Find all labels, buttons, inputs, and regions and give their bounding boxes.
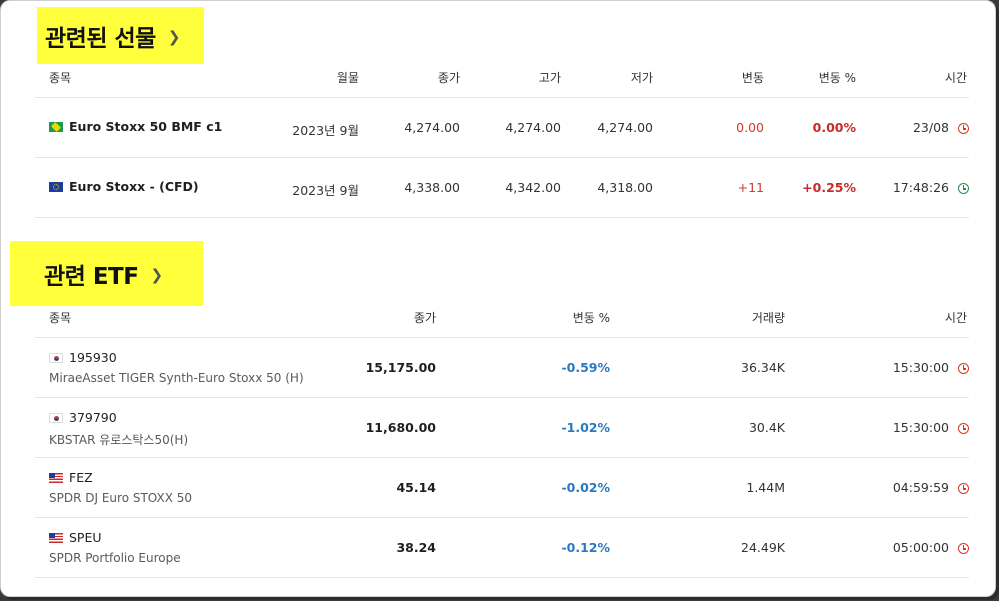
change-pct-cell: 0.00% (812, 120, 856, 135)
clock-icon (958, 123, 969, 134)
change-pct-cell: +0.25% (802, 180, 856, 195)
col-header-close[interactable]: 종가 (438, 69, 460, 86)
time-text: 05:00:00 (892, 540, 949, 555)
window-frame: 관련된 선물 ❯ 종목 월물 종가 고가 저가 변동 변동 % 시간 Euro … (0, 0, 996, 597)
futures-section-title[interactable]: 관련된 선물 ❯ (37, 7, 204, 64)
col-header-low[interactable]: 저가 (631, 69, 653, 86)
etf-symbol-cell[interactable]: SPEU (49, 530, 102, 545)
month-cell: 2023년 9월 (292, 183, 359, 198)
eu-flag-icon (49, 182, 63, 192)
etf-symbol-cell[interactable]: 195930 (49, 350, 117, 365)
table-row[interactable]: 195930 MiraeAsset TIGER Synth-Euro Stoxx… (35, 338, 969, 398)
time-text: 15:30:00 (892, 360, 949, 375)
table-row[interactable]: SPEU SPDR Portfolio Europe 38.24 -0.12% … (35, 518, 969, 578)
time-cell: 17:48:26 (893, 180, 969, 195)
time-cell: 15:30:00 (893, 360, 969, 375)
close-cell: 45.14 (396, 480, 436, 495)
brazil-flag-icon (49, 122, 63, 132)
col-header-close[interactable]: 종가 (414, 309, 436, 326)
futures-name-link[interactable]: Euro Stoxx 50 BMF c1 (69, 119, 222, 134)
volume-cell: 24.49K (741, 540, 785, 555)
change-pct-cell: -0.02% (561, 480, 610, 495)
volume-cell: 1.44M (746, 480, 785, 495)
korea-flag-icon (49, 353, 63, 363)
etf-table: 종목 종가 변동 % 거래량 시간 195930 MiraeAsset TIGE… (35, 297, 969, 578)
etf-symbol-cell[interactable]: FEZ (49, 470, 93, 485)
high-cell: 4,342.00 (505, 180, 561, 195)
chevron-right-icon[interactable]: ❯ (150, 266, 163, 284)
futures-title-text: 관련된 선물 (45, 25, 156, 52)
col-header-volume[interactable]: 거래량 (752, 309, 785, 326)
table-row[interactable]: Euro Stoxx - (CFD) 2023년 9월 4,338.00 4,3… (35, 158, 969, 218)
etf-symbol-cell[interactable]: 379790 (49, 410, 117, 425)
col-header-month[interactable]: 월물 (337, 69, 359, 86)
etf-symbol[interactable]: 379790 (69, 410, 117, 425)
col-header-change-pct[interactable]: 변동 % (819, 69, 856, 86)
us-flag-icon (49, 473, 63, 483)
time-cell: 05:00:00 (893, 540, 969, 555)
month-cell: 2023년 9월 (292, 123, 359, 138)
high-cell: 4,274.00 (505, 120, 561, 135)
time-cell: 15:30:00 (893, 420, 969, 435)
futures-name-cell[interactable]: Euro Stoxx 50 BMF c1 (49, 119, 222, 134)
col-header-time[interactable]: 시간 (945, 69, 967, 86)
close-cell: 38.24 (396, 540, 436, 555)
time-text: 17:48:26 (892, 180, 949, 195)
futures-name-link[interactable]: Euro Stoxx - (CFD) (69, 179, 199, 194)
us-flag-icon (49, 533, 63, 543)
time-cell: 23/08 (913, 120, 969, 135)
etf-symbol[interactable]: 195930 (69, 350, 117, 365)
table-row[interactable]: Euro Stoxx 50 BMF c1 2023년 9월 4,274.00 4… (35, 98, 969, 158)
time-cell: 04:59:59 (893, 480, 969, 495)
clock-icon (958, 423, 969, 434)
futures-name-cell[interactable]: Euro Stoxx - (CFD) (49, 179, 199, 194)
etf-name[interactable]: SPDR Portfolio Europe (49, 551, 181, 565)
etf-name[interactable]: MiraeAsset TIGER Synth-Euro Stoxx 50 (H) (49, 371, 304, 385)
clock-icon (958, 183, 969, 194)
etf-symbol[interactable]: SPEU (69, 530, 102, 545)
col-header-symbol[interactable]: 종목 (49, 309, 71, 326)
low-cell: 4,274.00 (597, 120, 653, 135)
table-row[interactable]: FEZ SPDR DJ Euro STOXX 50 45.14 -0.02% 1… (35, 458, 969, 518)
col-header-change-pct[interactable]: 변동 % (573, 309, 610, 326)
clock-icon (958, 543, 969, 554)
change-pct-cell: -0.59% (561, 360, 610, 375)
change-cell: +11 (737, 180, 764, 195)
col-header-change[interactable]: 변동 (742, 69, 764, 86)
col-header-symbol[interactable]: 종목 (49, 69, 71, 86)
col-header-high[interactable]: 고가 (539, 69, 561, 86)
change-pct-cell: -0.12% (561, 540, 610, 555)
low-cell: 4,318.00 (597, 180, 653, 195)
close-cell: 11,680.00 (365, 420, 436, 435)
close-cell: 4,338.00 (404, 180, 460, 195)
etf-title-text: 관련 ETF (44, 263, 139, 290)
table-row[interactable]: 379790 KBSTAR 유로스탁스50(H) 11,680.00 -1.02… (35, 398, 969, 458)
etf-name[interactable]: SPDR DJ Euro STOXX 50 (49, 491, 192, 505)
close-cell: 15,175.00 (365, 360, 436, 375)
chevron-right-icon[interactable]: ❯ (168, 28, 181, 46)
time-text: 15:30:00 (892, 420, 949, 435)
volume-cell: 36.34K (741, 360, 785, 375)
etf-header-row: 종목 종가 변동 % 거래량 시간 (35, 297, 969, 338)
change-cell: 0.00 (736, 120, 764, 135)
clock-icon (958, 483, 969, 494)
futures-header-row: 종목 월물 종가 고가 저가 변동 변동 % 시간 (35, 57, 969, 98)
volume-cell: 30.4K (748, 420, 785, 435)
etf-symbol[interactable]: FEZ (69, 470, 93, 485)
time-text: 04:59:59 (892, 480, 949, 495)
close-cell: 4,274.00 (404, 120, 460, 135)
futures-table: 종목 월물 종가 고가 저가 변동 변동 % 시간 Euro Stoxx 50 … (35, 57, 969, 218)
etf-name[interactable]: KBSTAR 유로스탁스50(H) (49, 431, 188, 448)
col-header-time[interactable]: 시간 (945, 309, 967, 326)
korea-flag-icon (49, 413, 63, 423)
change-pct-cell: -1.02% (561, 420, 610, 435)
clock-icon (958, 363, 969, 374)
time-text: 23/08 (912, 120, 949, 135)
